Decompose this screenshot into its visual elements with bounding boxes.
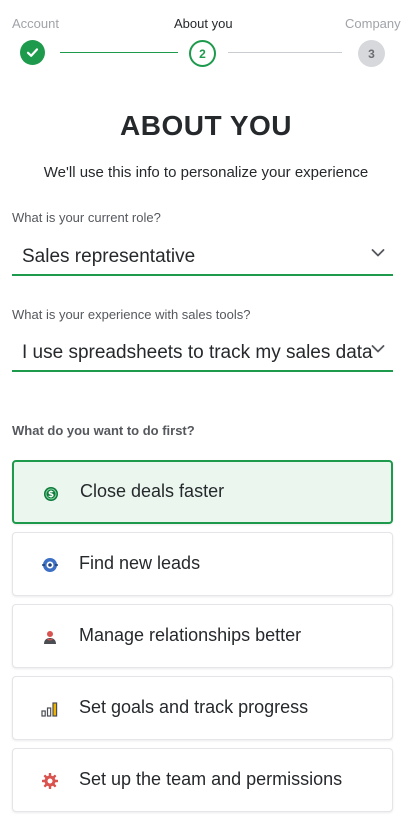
role-field-label: What is your current role? <box>12 210 161 225</box>
goal-option-team-permissions[interactable]: Set up the team and permissions <box>12 748 393 812</box>
role-select[interactable]: Sales representative <box>12 238 393 276</box>
step-label-about-you: About you <box>174 16 233 31</box>
goal-option-find-leads[interactable]: Find new leads <box>12 532 393 596</box>
step-dot-account <box>20 40 45 65</box>
target-icon <box>41 556 59 574</box>
experience-field-label: What is your experience with sales tools… <box>12 307 251 322</box>
svg-text:$: $ <box>48 490 54 500</box>
checkmark-icon <box>26 48 39 57</box>
step-dot-about-you: 2 <box>189 40 216 67</box>
dollar-coin-icon: $ <box>42 485 60 503</box>
chevron-down-icon <box>371 249 385 257</box>
page-subtitle: We'll use this info to personalize your … <box>43 164 369 181</box>
goal-option-label: Manage relationships better <box>79 625 302 645</box>
goal-option-close-deals[interactable]: $ Close deals faster <box>12 460 393 524</box>
step-connector-done <box>60 52 178 53</box>
page-title: ABOUT YOU <box>120 110 292 141</box>
experience-select[interactable]: I use spreadsheets to track my sales dat… <box>12 334 393 372</box>
step-label-company: Company <box>345 16 401 31</box>
goal-option-relationships[interactable]: Manage relationships better <box>12 604 393 668</box>
step-dot-company: 3 <box>358 40 385 67</box>
bar-chart-icon <box>41 700 59 718</box>
goals-section-label: What do you want to do first? <box>12 423 195 438</box>
progress-stepper: Account About you Company 2 3 <box>0 0 412 80</box>
goal-option-label: Find new leads <box>79 553 201 573</box>
goal-option-label: Close deals faster <box>80 481 225 501</box>
role-select-value: Sales representative <box>22 246 196 267</box>
goal-option-label: Set goals and track progress <box>79 697 309 717</box>
gear-icon <box>41 772 59 790</box>
step-connector-todo <box>228 52 342 53</box>
person-icon <box>41 628 59 646</box>
goal-option-label: Set up the team and permissions <box>79 769 343 789</box>
chevron-down-icon <box>371 345 385 353</box>
experience-select-value: I use spreadsheets to track my sales dat… <box>22 342 373 363</box>
step-label-account: Account <box>12 16 59 31</box>
goal-option-goals[interactable]: Set goals and track progress <box>12 676 393 740</box>
